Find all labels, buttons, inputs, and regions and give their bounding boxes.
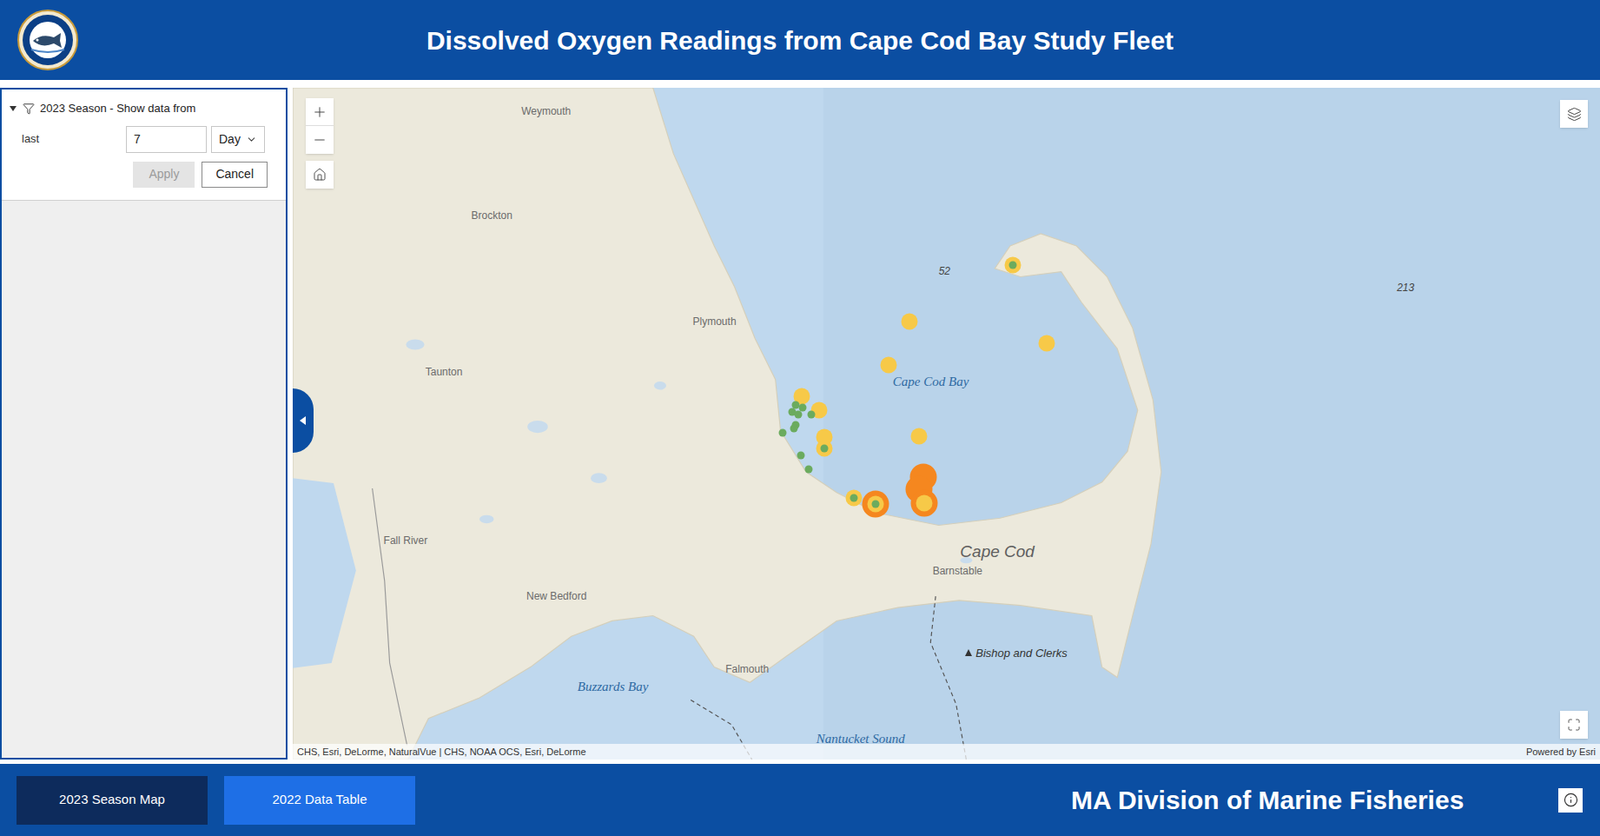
map-label: 52: [938, 263, 951, 279]
map-label: Plymouth: [693, 313, 737, 330]
map-label: Barnstable: [932, 562, 983, 579]
zoom-group: [305, 98, 334, 154]
info-icon: [1563, 792, 1579, 807]
plus-icon: [311, 104, 328, 120]
map-label: Cape Cod Bay: [892, 371, 970, 392]
expand-caret-icon[interactable]: [8, 104, 18, 113]
map-label: Falmouth: [725, 661, 769, 677]
layers-icon: [1566, 106, 1582, 122]
home-button[interactable]: [305, 160, 334, 189]
footer-bar: 2023 Season Map 2022 Data Table MA Divisio…: [0, 763, 1600, 836]
header-bar: Dissolved Oxygen Readings from Cape Cod …: [0, 0, 1600, 80]
footer-tab[interactable]: 2023 Season Map: [16, 775, 208, 825]
minus-icon: [311, 132, 328, 148]
page-title: Dissolved Oxygen Readings from Cape Cod …: [0, 20, 1600, 60]
dropdown-chevron-icon: [245, 133, 258, 146]
landmark-icon: [965, 648, 972, 656]
filter-panel: 2023 Season - Show data from last7 Day Appl…: [0, 87, 288, 760]
fullscreen-button[interactable]: [1560, 710, 1588, 739]
map-basemap: [292, 87, 1600, 760]
map[interactable]: Weymouth Brockton Plymouth Taunton Fall Rive…: [292, 87, 1600, 760]
agency-name: MA Division of Marine Fisheries: [1071, 780, 1464, 820]
reading-marker[interactable]: [820, 443, 829, 452]
fullscreen-icon: [1566, 717, 1581, 732]
filter-header[interactable]: 2023 Season - Show data from: [8, 99, 279, 118]
attribution-text: CHS, Esri, DeLorme, NaturalVue | CHS, NO…: [297, 744, 587, 760]
map-label: Fall River: [383, 532, 429, 549]
main-area: 2023 Season - Show data from last7 Day Appl…: [0, 79, 1600, 764]
map-label: Cape Cod: [959, 539, 1035, 565]
map-label: Brockton: [471, 207, 513, 224]
map-label: Taunton: [425, 363, 463, 380]
reading-marker[interactable]: [1038, 335, 1056, 352]
footer-tabs: 2023 Season Map 2022 Data Table: [16, 775, 416, 825]
map-label: Bishop and Clerks: [965, 644, 1068, 662]
map-label: Weymouth: [521, 103, 571, 120]
filter-label: last: [8, 130, 126, 148]
reading-marker[interactable]: [916, 494, 933, 511]
reading-marker[interactable]: [799, 403, 807, 411]
reading-marker[interactable]: [911, 427, 928, 444]
reading-marker[interactable]: [789, 424, 798, 433]
home-icon: [312, 167, 327, 182]
filter-icon: [22, 102, 35, 115]
reading-marker[interactable]: [778, 429, 787, 437]
apply-button[interactable]: Apply: [132, 161, 195, 188]
filter-row: last7 Day: [8, 125, 279, 153]
filter-section: 2023 Season - Show data from last7 Day Appl…: [1, 89, 286, 201]
layers-button[interactable]: [1560, 99, 1588, 128]
reading-marker[interactable]: [797, 451, 806, 460]
reading-marker[interactable]: [793, 409, 802, 418]
unit-value: Day: [218, 130, 241, 149]
map-label: Buzzards Bay: [577, 676, 649, 697]
map-label: New Bedford: [526, 588, 587, 604]
value-input[interactable]: 7: [125, 125, 207, 153]
reading-marker[interactable]: [805, 464, 814, 473]
reading-marker[interactable]: [806, 409, 815, 418]
unit-select[interactable]: Day: [211, 125, 265, 153]
reading-marker[interactable]: [1009, 261, 1018, 270]
zoom-controls: [305, 98, 334, 189]
filter-actions: ApplyCancel: [8, 161, 279, 188]
app: Dissolved Oxygen Readings from Cape Cod …: [0, 0, 1600, 836]
cancel-button[interactable]: Cancel: [201, 161, 268, 188]
agency-logo-icon: [17, 9, 79, 71]
footer-tab[interactable]: 2022 Data Table: [224, 775, 416, 825]
zoom-out-button[interactable]: [305, 125, 334, 154]
filter-title: 2023 Season - Show data from: [39, 99, 196, 118]
reading-marker[interactable]: [880, 357, 898, 374]
map-label: 213: [1396, 279, 1415, 296]
reading-marker[interactable]: [850, 493, 859, 502]
reading-marker[interactable]: [871, 499, 880, 508]
info-button[interactable]: [1558, 787, 1583, 813]
reading-marker[interactable]: [900, 313, 918, 331]
powered-by[interactable]: Powered by Esri: [1526, 744, 1596, 760]
zoom-in-button[interactable]: [305, 98, 334, 126]
attribution-bar: CHS, Esri, DeLorme, NaturalVue | CHS, NO…: [292, 743, 1600, 761]
logo: [17, 9, 79, 71]
collapse-arrow-icon: [299, 416, 307, 425]
